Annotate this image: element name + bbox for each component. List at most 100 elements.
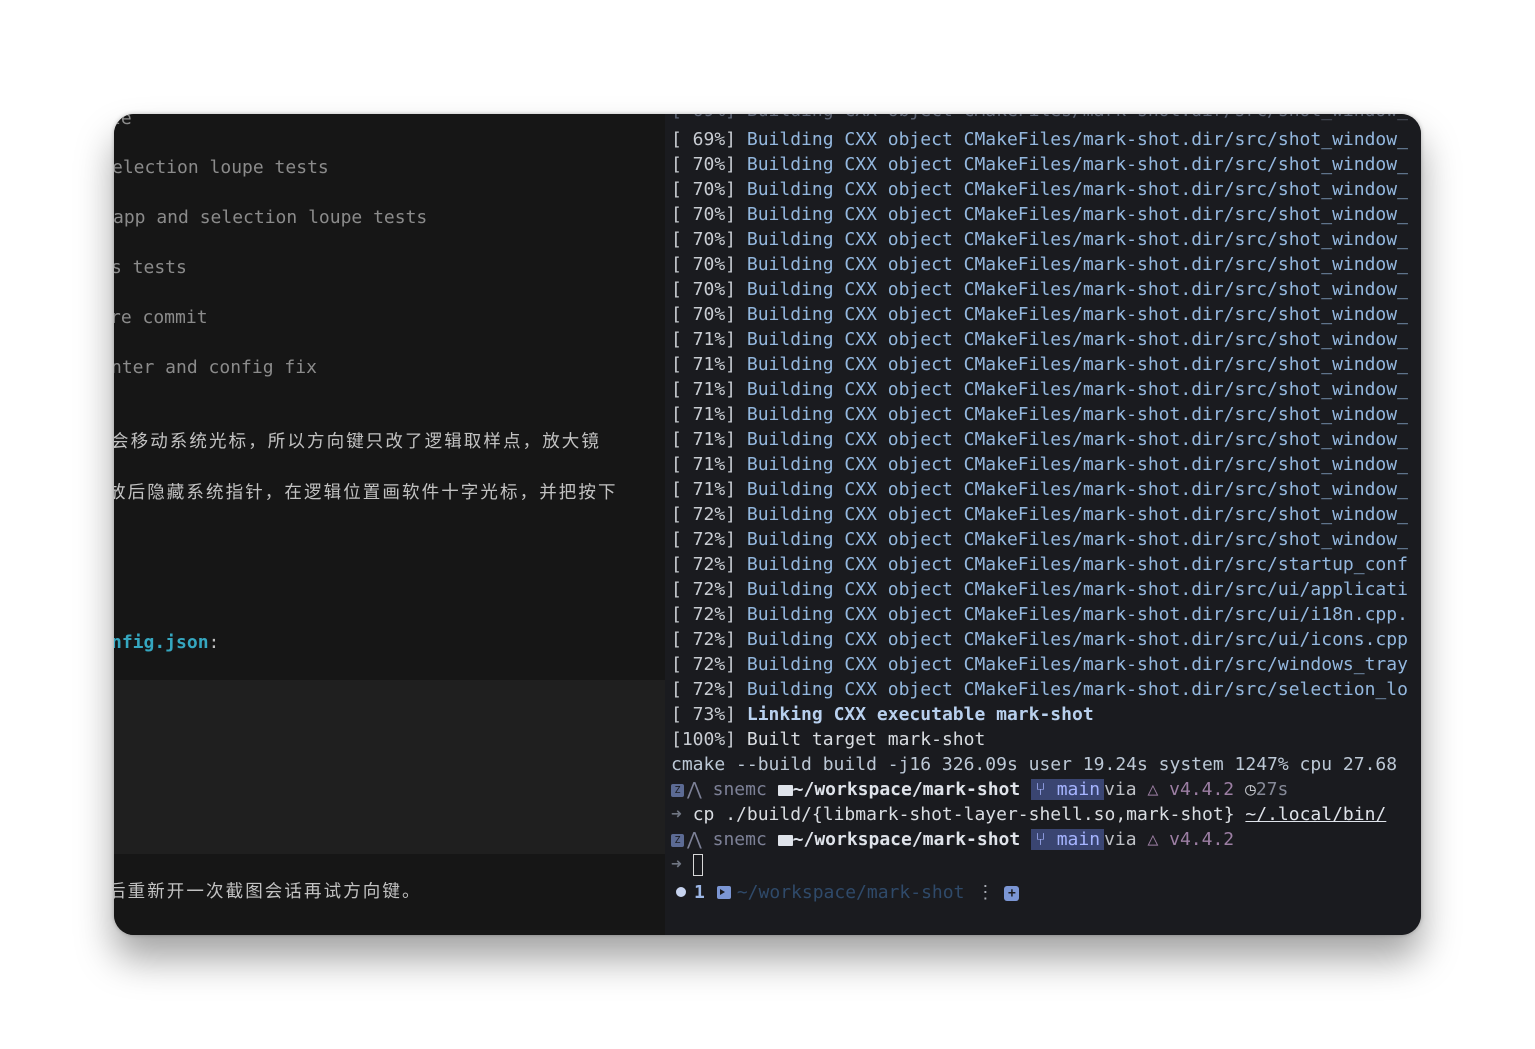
terminal-build-line: [ 72%] Building CXX object CMakeFiles/ma… — [671, 602, 1408, 627]
terminal-build-line: [ 72%] Building CXX object CMakeFiles/ma… — [671, 627, 1408, 652]
prompt-path: ~/workspace/mark-shot — [792, 829, 1021, 850]
progress-percent: [ 70%] — [671, 229, 737, 250]
command-duration: 27s — [1255, 779, 1289, 800]
build-text: Building CXX object CMakeFiles/mark-shot… — [746, 329, 1408, 350]
terminal-build-line: [ 71%] Building CXX object CMakeFiles/ma… — [671, 327, 1408, 352]
prompt-line: Z ⋀ snemc ~/workspace/mark-shot ⑂ main via… — [671, 777, 1408, 802]
timing-line: cmake --build build -j16 326.09s user 19… — [671, 754, 1398, 775]
new-tab-icon[interactable]: + — [1004, 885, 1020, 901]
tab-status-dot-icon — [676, 887, 686, 897]
branch-name: main — [1056, 779, 1101, 800]
build-text: Building CXX object CMakeFiles/mark-shot… — [746, 404, 1408, 425]
terminal-build-line: [ 71%] Building CXX object CMakeFiles/ma… — [671, 402, 1408, 427]
terminal-output: [ 69%] Building CXX object CMakeFiles/ma… — [671, 114, 1408, 877]
config-link-line: nfig.json: — [114, 632, 219, 654]
terminal-build-line: [ 70%] Building CXX object CMakeFiles/ma… — [671, 252, 1408, 277]
terminal-build-line: [ 72%] Building CXX object CMakeFiles/ma… — [671, 677, 1408, 702]
terminal-build-line: [ 70%] Building CXX object CMakeFiles/ma… — [671, 152, 1408, 177]
prompt-user: snemc — [712, 829, 767, 850]
progress-percent: [ 72%] — [671, 629, 737, 650]
command-dest-path[interactable]: ~/.local/bin/ — [1245, 804, 1386, 825]
terminal-build-line: [ 70%] Building CXX object CMakeFiles/ma… — [671, 177, 1408, 202]
git-branch-badge: ⑂ main — [1031, 829, 1105, 850]
build-text: Building CXX object CMakeFiles/mark-shot… — [746, 354, 1408, 375]
build-text: Building CXX object CMakeFiles/mark-shot… — [746, 129, 1408, 150]
progress-percent: [ 71%] — [671, 429, 737, 450]
tab-number[interactable]: 1 — [694, 882, 705, 903]
progress-percent: [ 72%] — [671, 529, 737, 550]
progress-percent: [ 72%] — [671, 554, 737, 575]
progress-percent: [ 70%] — [671, 154, 737, 175]
prompt-line: Z ⋀ snemc ~/workspace/mark-shot ⑂ main via… — [671, 827, 1408, 852]
terminal-pane[interactable]: [ 69%] Building CXX object CMakeFiles/ma… — [665, 114, 1421, 935]
terminal-build-line: [ 70%] Building CXX object CMakeFiles/ma… — [671, 302, 1408, 327]
zsh-badge-icon: Z — [671, 783, 684, 797]
progress-percent: [100%] — [671, 729, 737, 750]
terminal-cursor[interactable] — [692, 854, 703, 876]
text-line: election loupe tests — [114, 157, 329, 178]
text-line: ze — [114, 114, 132, 129]
input-line[interactable]: ➜ — [671, 852, 1408, 877]
terminal-build-line: [ 72%] Building CXX object CMakeFiles/ma… — [671, 502, 1408, 527]
terminal-line-partial: [ 69%] Building CXX object CMakeFiles/ma… — [671, 114, 1408, 127]
build-text: Building CXX object CMakeFiles/mark-shot… — [746, 229, 1408, 250]
command-text: cp ./build/{libmark-shot-layer-shell.so,… — [692, 804, 1235, 825]
git-branch-icon: ⑂ — [1035, 779, 1046, 800]
build-text: Building CXX object CMakeFiles/mark-shot… — [746, 254, 1408, 275]
build-text: Building CXX object CMakeFiles/mark-shot… — [746, 304, 1408, 325]
terminal-line-built: [100%] Built target mark-shot — [671, 727, 1408, 752]
via-label: via — [1104, 779, 1137, 800]
progress-percent: [ 72%] — [671, 504, 737, 525]
text-line: nter and config fix — [114, 357, 317, 378]
left-pane: ze election loupe tests app and selectio… — [114, 114, 665, 935]
built-text: Built target mark-shot — [746, 729, 986, 750]
terminal-build-line: [ 71%] Building CXX object CMakeFiles/ma… — [671, 352, 1408, 377]
text-line: 后重新开一次截图会话再试方向键。 — [114, 882, 422, 902]
progress-percent: [ 70%] — [671, 179, 737, 200]
terminal-build-line: [ 72%] Building CXX object CMakeFiles/ma… — [671, 577, 1408, 602]
terminal-build-line: [ 72%] Building CXX object CMakeFiles/ma… — [671, 652, 1408, 677]
arch-icon: ⋀ — [687, 829, 702, 850]
progress-percent: [ 73%] — [671, 704, 737, 725]
progress-percent: [ 70%] — [671, 204, 737, 225]
terminal-build-line: [ 71%] Building CXX object CMakeFiles/ma… — [671, 477, 1408, 502]
linking-text: Linking CXX executable mark-shot — [746, 704, 1094, 725]
tab-path[interactable]: ~/workspace/mark-shot — [737, 882, 965, 903]
prompt-arrow-icon: ➜ — [671, 854, 682, 875]
config-file-link[interactable]: nfig.json — [114, 632, 209, 653]
build-text: Building CXX object CMakeFiles/mark-shot… — [746, 279, 1408, 300]
progress-percent: [ 71%] — [671, 404, 737, 425]
build-text: Building CXX object CMakeFiles/mark-shot… — [746, 154, 1408, 175]
folder-icon — [777, 834, 793, 846]
build-text: Building CXX object CMakeFiles/mark-shot… — [746, 654, 1408, 675]
progress-percent: [ 69%] — [671, 129, 737, 150]
runtime-version: v4.4.2 — [1169, 829, 1235, 850]
desktop-window: ze election loupe tests app and selectio… — [114, 114, 1421, 935]
progress-percent: [ 72%] — [671, 654, 737, 675]
zsh-badge-icon: Z — [671, 833, 684, 847]
progress-percent: [ 71%] — [671, 454, 737, 475]
terminal-build-line: [ 70%] Building CXX object CMakeFiles/ma… — [671, 277, 1408, 302]
git-branch-badge: ⑂ main — [1031, 779, 1105, 800]
progress-percent: [ 72%] — [671, 579, 737, 600]
command-line: ➜ cp ./build/{libmark-shot-layer-shell.s… — [671, 802, 1408, 827]
build-text: Building CXX object CMakeFiles/mark-shot… — [746, 379, 1408, 400]
code-block — [114, 680, 665, 854]
terminal-tab-bar: 1 ~/workspace/mark-shot ⋮ + — [665, 878, 1421, 908]
progress-percent: [ 72%] — [671, 679, 737, 700]
progress-percent: [ 71%] — [671, 479, 737, 500]
build-text: Building CXX object CMakeFiles/mark-shot… — [746, 204, 1408, 225]
terminal-build-line: [ 71%] Building CXX object CMakeFiles/ma… — [671, 427, 1408, 452]
build-text: Building CXX object CMakeFiles/mark-shot… — [746, 429, 1408, 450]
build-text: Building CXX object CMakeFiles/mark-shot… — [746, 479, 1408, 500]
build-text: Building CXX object CMakeFiles/mark-shot… — [746, 629, 1408, 650]
progress-percent: [ 70%] — [671, 254, 737, 275]
text-line: app and selection loupe tests — [114, 207, 428, 228]
build-text: Building CXX object CMakeFiles/mark-shot… — [746, 179, 1408, 200]
terminal-build-line: [ 70%] Building CXX object CMakeFiles/ma… — [671, 227, 1408, 252]
colon: : — [208, 632, 220, 653]
terminal-build-line: [ 69%] Building CXX object CMakeFiles/ma… — [671, 127, 1408, 152]
progress-percent: [ 71%] — [671, 354, 737, 375]
terminal-tab-icon — [716, 885, 731, 899]
tab-separator-icon: ⋮ — [976, 882, 995, 903]
